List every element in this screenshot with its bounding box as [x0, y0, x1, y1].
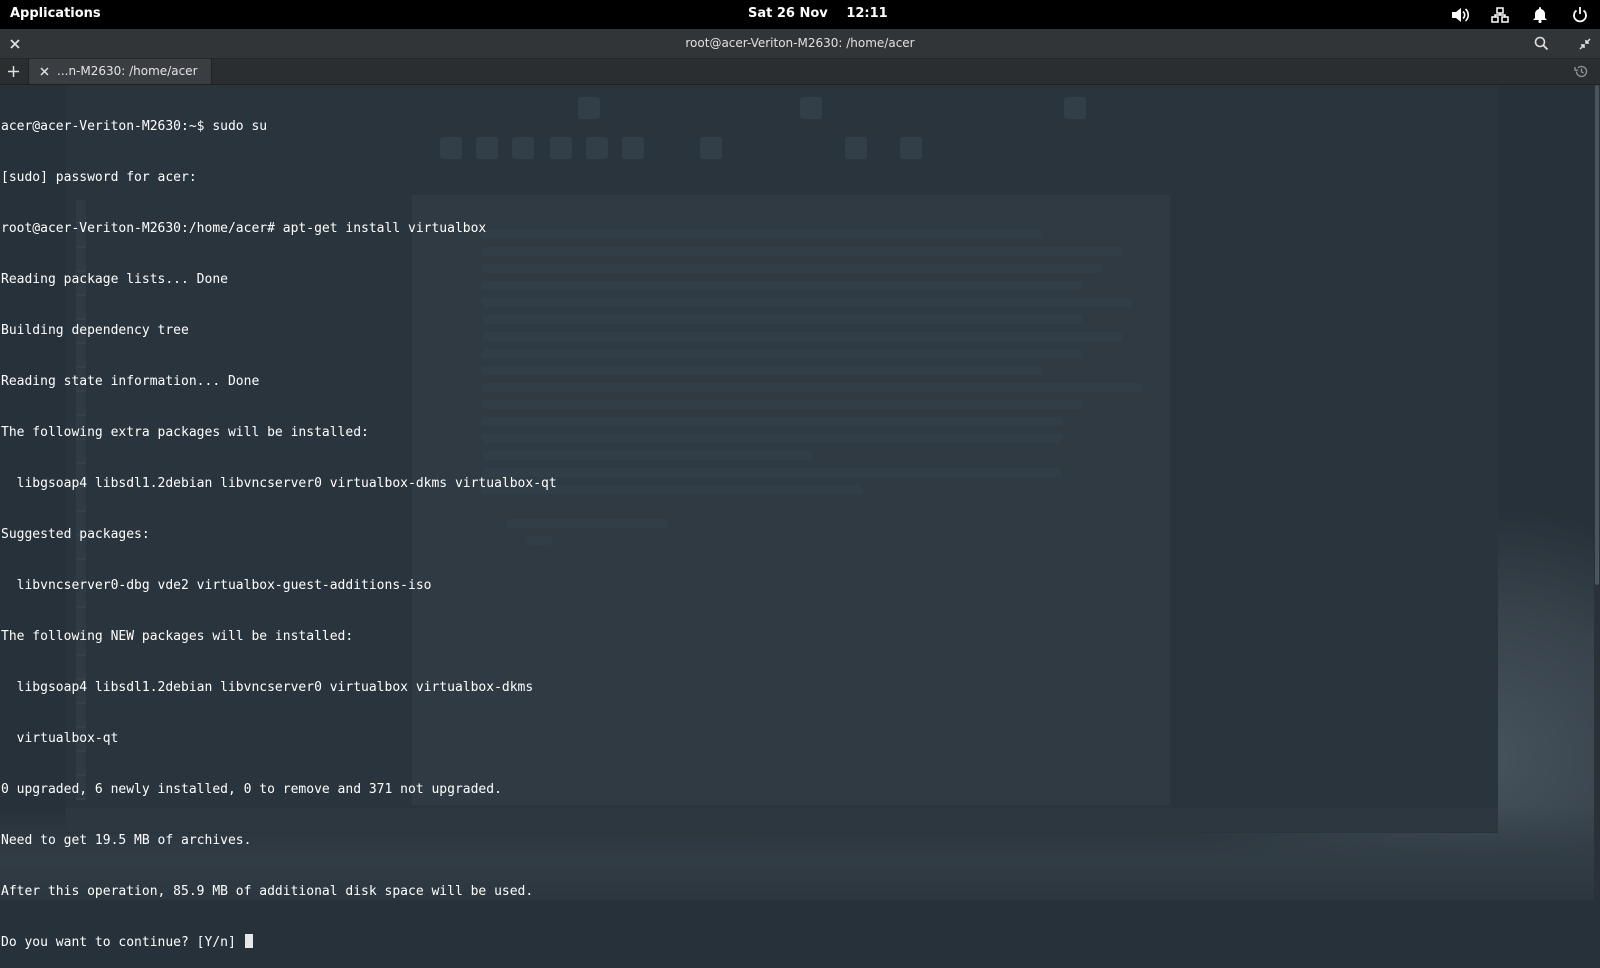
tab-close-icon[interactable] — [33, 59, 55, 84]
panel-indicators — [1440, 0, 1600, 29]
scrollbar-thumb[interactable] — [1595, 85, 1599, 585]
volume-icon[interactable] — [1440, 0, 1480, 29]
terminal-cursor — [244, 934, 253, 948]
terminal-line: Do you want to continue? [Y/n] — [1, 935, 244, 950]
terminal-line: Reading state information... Done — [1, 374, 260, 389]
terminal-line: The following NEW packages will be insta… — [1, 629, 354, 644]
panel-date: Sat 26 Nov — [748, 6, 828, 21]
terminal-line: Need to get 19.5 MB of archives. — [1, 833, 252, 848]
applications-menu[interactable]: Applications — [10, 6, 101, 21]
terminal-line: 0 upgraded, 6 newly installed, 0 to remo… — [1, 782, 502, 797]
terminal-line: acer@acer-Veriton-M2630:~$ sudo su — [1, 119, 268, 134]
panel-clock[interactable]: Sat 26 Nov 12:11 — [748, 6, 888, 21]
tab-bar: ...n-M2630: /home/acer — [0, 59, 1600, 85]
terminal-line: Building dependency tree — [1, 323, 189, 338]
terminal-line: libgsoap4 libsdl1.2debian libvncserver0 … — [1, 476, 557, 491]
panel-time: 12:11 — [846, 6, 888, 21]
terminal-line: After this operation, 85.9 MB of additio… — [1, 884, 534, 899]
network-icon[interactable] — [1480, 0, 1520, 29]
terminal-line: The following extra packages will be ins… — [1, 425, 369, 440]
terminal-line: virtualbox-qt — [1, 731, 119, 746]
terminal-line: root@acer-Veriton-M2630:/home/acer# apt-… — [1, 221, 487, 236]
terminal-line: [sudo] password for acer: — [1, 170, 197, 185]
unmaximize-icon[interactable] — [1570, 29, 1600, 58]
notification-bell-icon[interactable] — [1520, 0, 1560, 29]
window-title: root@acer-Veriton-M2630: /home/acer — [685, 36, 915, 50]
power-icon[interactable] — [1560, 0, 1600, 29]
terminal-line: Reading package lists... Done — [1, 272, 228, 287]
plus-icon[interactable] — [0, 59, 27, 84]
tab-label: ...n-M2630: /home/acer — [57, 64, 198, 78]
terminal-tab[interactable]: ...n-M2630: /home/acer — [28, 59, 212, 84]
terminal-scrollbar[interactable] — [1594, 85, 1600, 900]
terminal-titlebar: root@acer-Veriton-M2630: /home/acer — [0, 29, 1600, 59]
terminal-output[interactable]: acer@acer-Veriton-M2630:~$ sudo su [sudo… — [1, 84, 1581, 950]
search-icon[interactable] — [1526, 29, 1556, 58]
history-icon[interactable] — [1570, 59, 1592, 84]
terminal-line: Suggested packages: — [1, 527, 150, 542]
terminal-line: libgsoap4 libsdl1.2debian libvncserver0 … — [1, 680, 534, 695]
terminal-prompt-line: Do you want to continue? [Y/n] — [1, 934, 1581, 951]
top-panel: Applications Sat 26 Nov 12:11 — [0, 0, 1600, 29]
terminal-line: libvncserver0-dbg vde2 virtualbox-guest-… — [1, 578, 432, 593]
